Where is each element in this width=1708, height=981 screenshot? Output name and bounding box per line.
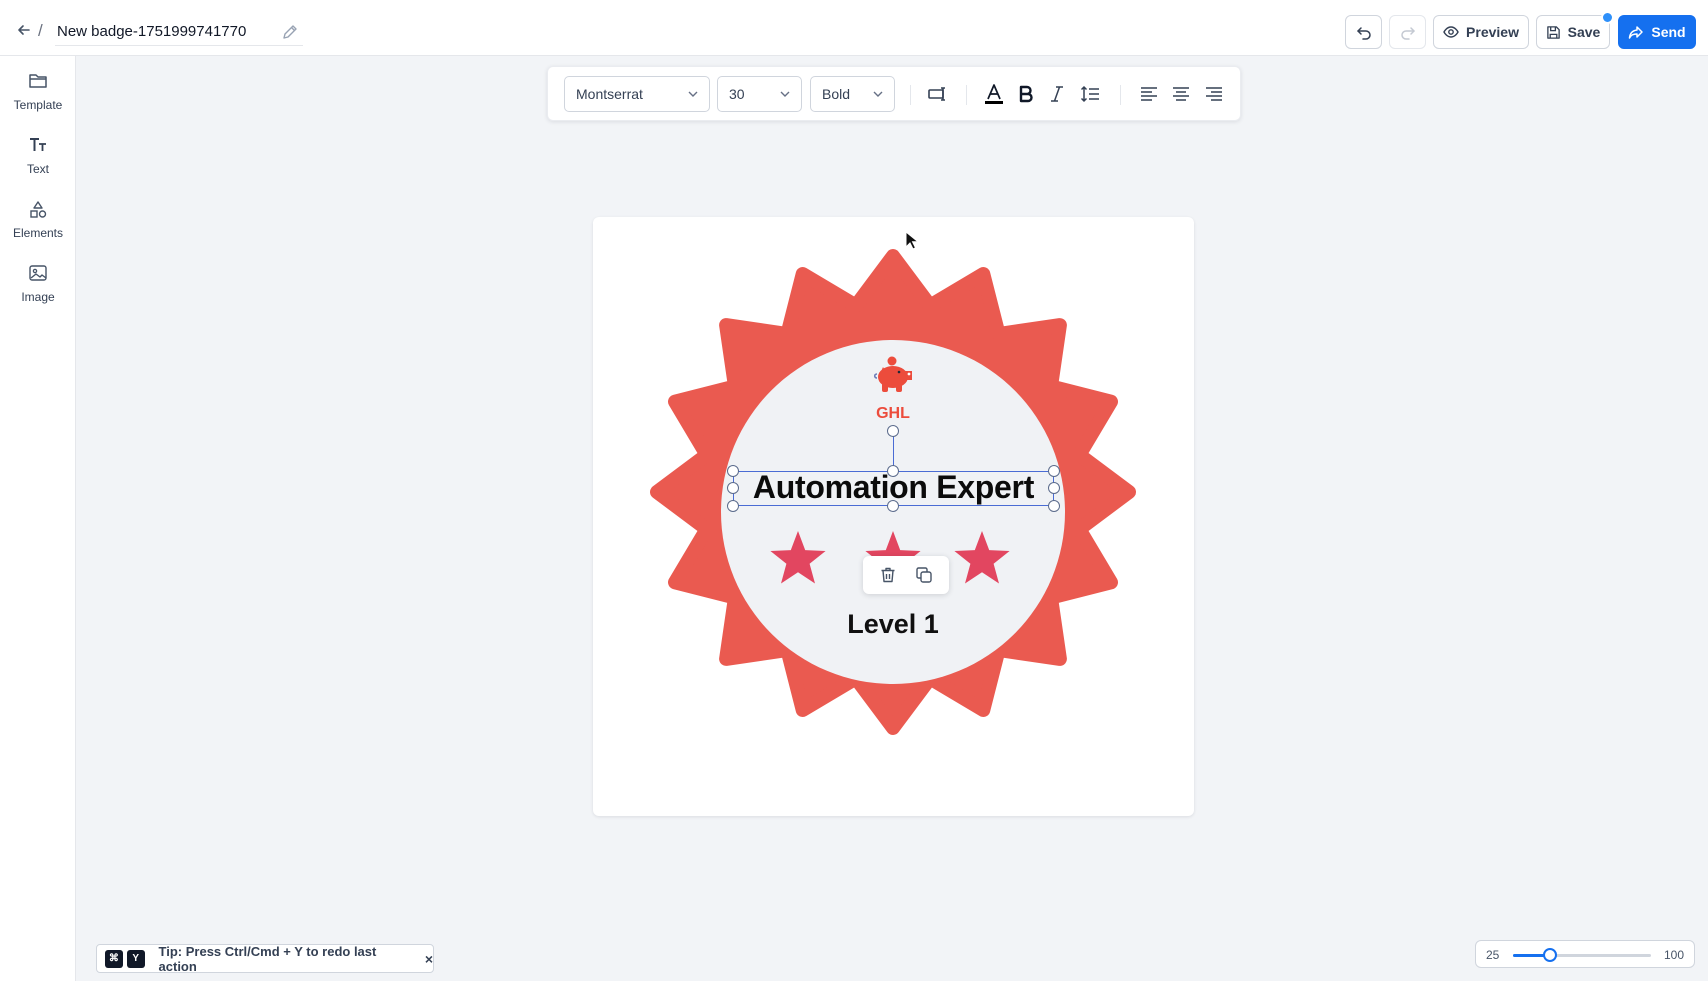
- chevron-down-icon: [873, 91, 883, 97]
- duplicate-button[interactable]: [913, 564, 935, 586]
- chevron-down-icon: [688, 91, 698, 97]
- tip-close-button[interactable]: ×: [425, 951, 433, 967]
- redo-button[interactable]: [1389, 15, 1426, 49]
- font-size-select[interactable]: 30: [717, 76, 802, 112]
- sidebar-item-label: Template: [13, 98, 63, 112]
- preview-label: Preview: [1466, 24, 1519, 40]
- top-bar: / New badge-1751999741770 Preview Save S…: [0, 0, 1708, 56]
- tip-text: Tip: Press Ctrl/Cmd + Y to redo last act…: [158, 943, 377, 974]
- send-button[interactable]: Send: [1618, 15, 1696, 49]
- toolbar-divider: [1120, 85, 1121, 105]
- zoom-slider-track[interactable]: [1513, 948, 1651, 962]
- text-icon: [27, 134, 49, 156]
- sidebar-item-label: Text: [26, 162, 49, 176]
- font-family-value: Montserrat: [576, 86, 643, 102]
- align-right-icon: [1206, 87, 1222, 101]
- zoom-min-label: 25: [1486, 948, 1500, 962]
- align-left-button[interactable]: [1137, 82, 1161, 106]
- badge-title[interactable]: New badge-1751999741770: [57, 23, 246, 40]
- badge-artwork: [650, 249, 1136, 735]
- sidebar-item-image[interactable]: Image: [0, 256, 76, 312]
- font-size-value: 30: [729, 86, 745, 102]
- text-box-icon: [928, 87, 945, 101]
- shapes-icon: [27, 198, 49, 220]
- italic-button[interactable]: [1045, 82, 1069, 106]
- share-arrow-icon: [1629, 26, 1644, 39]
- save-label: Save: [1567, 24, 1601, 40]
- zoom-control: 25 100: [1475, 940, 1695, 968]
- sidebar-item-label: Elements: [12, 226, 64, 240]
- preview-button[interactable]: Preview: [1433, 15, 1529, 49]
- zoom-slider-thumb[interactable]: [1542, 948, 1557, 962]
- send-label: Send: [1651, 24, 1686, 40]
- resize-handle-bottom-right[interactable]: [1048, 500, 1060, 512]
- toolbar-divider: [966, 85, 967, 105]
- resize-handle-right[interactable]: [1048, 482, 1060, 494]
- breadcrumb-separator: /: [38, 21, 43, 40]
- rotate-handle[interactable]: [887, 425, 899, 437]
- mouse-cursor-icon: [905, 231, 919, 250]
- resize-handle-top[interactable]: [887, 465, 899, 477]
- resize-handle-top-right[interactable]: [1048, 465, 1060, 477]
- folder-icon: [27, 70, 49, 92]
- align-right-button[interactable]: [1202, 82, 1226, 106]
- text-fit-button[interactable]: [926, 82, 950, 106]
- align-center-icon: [1173, 87, 1189, 101]
- undo-button[interactable]: [1345, 15, 1382, 49]
- save-button[interactable]: Save: [1536, 15, 1610, 49]
- cmd-key-badge: ⌘: [105, 949, 123, 968]
- left-sidebar: Template Text Elements Image: [0, 56, 76, 981]
- tip-banner: ⌘ Y Tip: Press Ctrl/Cmd + Y to redo last…: [96, 943, 434, 974]
- zoom-max-label: 100: [1663, 948, 1684, 962]
- arrow-left-icon: [18, 25, 30, 35]
- badge-canvas[interactable]: GHL Automation Expert Level 1: [593, 217, 1194, 816]
- piggy-bank-logo-icon: [873, 356, 912, 392]
- image-icon: [27, 262, 49, 284]
- back-button[interactable]: [14, 20, 34, 40]
- resize-handle-top-left[interactable]: [727, 465, 739, 477]
- resize-handle-bottom-left[interactable]: [727, 500, 739, 512]
- bold-button[interactable]: [1014, 82, 1038, 106]
- sidebar-item-text[interactable]: Text: [0, 128, 76, 184]
- chevron-down-icon: [780, 91, 790, 97]
- eye-icon: [1443, 26, 1459, 38]
- resize-handle-bottom[interactable]: [887, 500, 899, 512]
- toolbar-divider: [910, 85, 911, 105]
- badge-level-text[interactable]: Level 1: [793, 609, 993, 640]
- delete-button[interactable]: [877, 564, 899, 586]
- sidebar-item-template[interactable]: Template: [0, 64, 76, 120]
- redo-icon: [1400, 27, 1415, 40]
- text-color-icon: [985, 84, 1003, 104]
- bold-icon: [1019, 85, 1033, 103]
- resize-handle-left[interactable]: [727, 482, 739, 494]
- unsaved-indicator: [1601, 11, 1614, 24]
- pencil-icon[interactable]: [281, 23, 299, 41]
- copy-icon: [916, 567, 932, 583]
- text-format-toolbar: Montserrat 30 Bold: [547, 66, 1241, 121]
- logo-text[interactable]: GHL: [843, 405, 943, 423]
- line-height-icon: [1080, 85, 1099, 103]
- italic-icon: [1051, 86, 1063, 102]
- trash-icon: [881, 567, 895, 583]
- font-weight-select[interactable]: Bold: [810, 76, 895, 112]
- sidebar-item-label: Image: [21, 290, 55, 304]
- element-actions-toolbar: [863, 556, 949, 594]
- font-family-select[interactable]: Montserrat: [564, 76, 710, 112]
- align-left-icon: [1141, 87, 1157, 101]
- font-weight-value: Bold: [822, 86, 851, 102]
- y-key-badge: Y: [126, 949, 145, 968]
- line-height-button[interactable]: [1078, 82, 1102, 106]
- text-color-button[interactable]: [982, 82, 1006, 106]
- sidebar-item-elements[interactable]: Elements: [0, 192, 76, 248]
- align-center-button[interactable]: [1169, 82, 1193, 106]
- undo-icon: [1356, 27, 1371, 40]
- save-icon: [1546, 25, 1560, 39]
- badge-title-field[interactable]: New badge-1751999741770: [55, 20, 303, 46]
